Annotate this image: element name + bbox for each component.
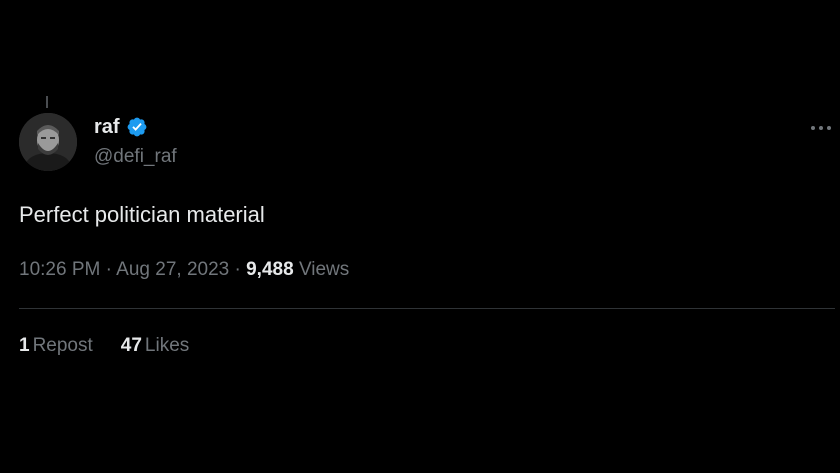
author-name-row: raf: [94, 115, 148, 139]
more-horizontal-icon: [811, 126, 815, 130]
likes-stat[interactable]: 47 Likes: [121, 334, 190, 358]
thread-connector-line: [46, 96, 48, 108]
views-label: Views: [298, 259, 350, 280]
meta-separator: ·: [229, 259, 247, 280]
reposts-count: 1: [19, 335, 30, 356]
avatar[interactable]: [19, 113, 77, 171]
reposts-label: Repost: [32, 335, 93, 356]
author-display-name[interactable]: raf: [94, 115, 120, 139]
meta-separator: ·: [100, 259, 117, 280]
avatar-image: [19, 113, 77, 171]
likes-label: Likes: [144, 335, 190, 356]
divider: [19, 308, 835, 309]
tweet-meta: 10:26 PM · Aug 27, 2023 · 9,488 Views: [19, 258, 349, 282]
more-dot: [819, 126, 823, 130]
views-count: 9,488: [246, 259, 294, 280]
engagement-stats: 1 Repost 47 Likes: [19, 334, 189, 358]
tweet-text: Perfect politician material: [19, 202, 265, 227]
tweet-date[interactable]: Aug 27, 2023: [116, 259, 229, 280]
tweet: raf @defi_raf Perfect politician materia…: [0, 0, 840, 473]
author-handle[interactable]: @defi_raf: [94, 145, 177, 169]
more-dot: [827, 126, 831, 130]
more-options-button[interactable]: [806, 116, 836, 140]
reposts-stat[interactable]: 1 Repost: [19, 334, 93, 358]
likes-count: 47: [120, 335, 142, 356]
verified-badge-icon[interactable]: [126, 116, 148, 138]
tweet-time[interactable]: 10:26 PM: [19, 259, 100, 280]
